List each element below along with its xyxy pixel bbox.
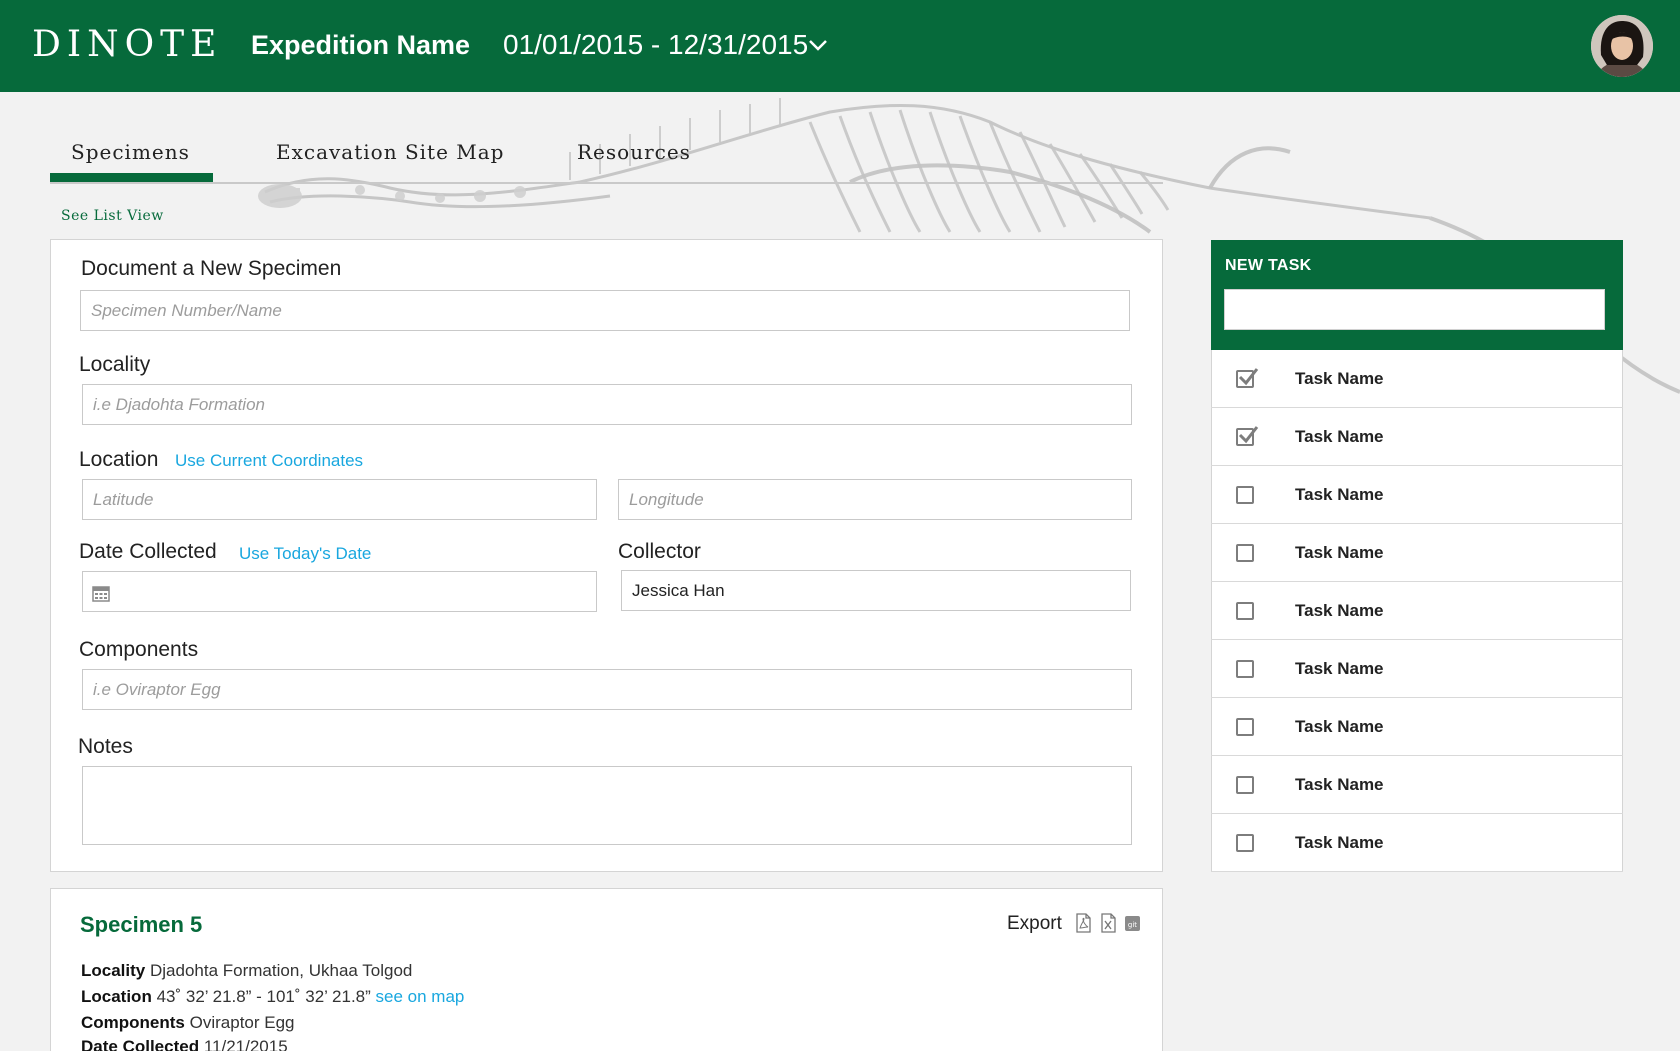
task-name: Task Name	[1295, 659, 1384, 678]
excel-icon[interactable]	[1100, 913, 1117, 933]
task-row[interactable]: Task Name	[1211, 466, 1623, 524]
collector-label: Collector	[618, 540, 701, 563]
specimen-location: Location 43˚ 32’ 21.8” - 101˚ 32’ 21.8” …	[81, 987, 465, 1006]
active-tab-indicator	[50, 173, 213, 182]
git-icon[interactable]: git	[1124, 913, 1141, 933]
date-collected-input[interactable]	[82, 571, 597, 612]
expedition-name: Expedition Name	[251, 30, 471, 60]
calendar-icon[interactable]	[92, 585, 110, 602]
task-checkbox-checked[interactable]	[1236, 368, 1259, 388]
expedition-date-range[interactable]: 01/01/2015 - 12/31/2015	[503, 29, 808, 61]
form-title: Document a New Specimen	[81, 257, 342, 280]
task-row[interactable]: Task Name	[1211, 698, 1623, 756]
task-checkbox[interactable]	[1236, 660, 1254, 678]
task-checkbox[interactable]	[1236, 834, 1254, 852]
see-on-map-link[interactable]: see on map	[376, 987, 465, 1006]
task-row[interactable]: Task Name	[1211, 524, 1623, 582]
specimen-date-collected: Date Collected 11/21/2015	[81, 1037, 288, 1051]
components-label: Components	[79, 638, 199, 661]
notes-label: Notes	[78, 735, 133, 758]
pdf-icon[interactable]	[1075, 913, 1092, 933]
task-name: Task Name	[1295, 543, 1384, 562]
svg-text:git: git	[1128, 921, 1137, 929]
task-checkbox[interactable]	[1236, 544, 1254, 562]
tab-specimens[interactable]: Specimens	[71, 140, 190, 164]
task-row[interactable]: Task Name	[1211, 756, 1623, 814]
longitude-input[interactable]	[618, 479, 1132, 520]
new-task-input[interactable]	[1224, 289, 1605, 330]
locality-input[interactable]	[82, 384, 1132, 425]
task-name: Task Name	[1295, 833, 1384, 852]
task-checkbox[interactable]	[1236, 486, 1254, 504]
task-row[interactable]: Task Name	[1211, 408, 1623, 466]
task-row[interactable]: Task Name	[1211, 814, 1623, 872]
specimen-components: Components Oviraptor Egg	[81, 1013, 295, 1032]
task-row[interactable]: Task Name	[1211, 350, 1623, 408]
latitude-input[interactable]	[82, 479, 597, 520]
location-label: Location	[79, 448, 159, 471]
specimen-name-input[interactable]	[80, 290, 1130, 331]
specimen-locality: Locality Djadohta Formation, Ukhaa Tolgo…	[81, 961, 413, 980]
use-todays-date-link[interactable]: Use Today's Date	[239, 544, 371, 564]
task-row[interactable]: Task Name	[1211, 640, 1623, 698]
new-task-label: NEW TASK	[1225, 257, 1312, 274]
task-checkbox[interactable]	[1236, 718, 1254, 736]
export-label: Export	[1007, 913, 1062, 934]
task-name: Task Name	[1295, 717, 1384, 736]
see-list-view-link[interactable]: See List View	[61, 208, 164, 224]
components-input[interactable]	[82, 669, 1132, 710]
use-current-coordinates-link[interactable]: Use Current Coordinates	[175, 451, 363, 471]
chevron-down-icon[interactable]	[808, 38, 828, 52]
checkmark-icon	[1238, 426, 1259, 444]
app-logo[interactable]: DINOTE	[32, 24, 222, 65]
tab-excavation-site-map[interactable]: Excavation Site Map	[276, 140, 504, 164]
tab-resources[interactable]: Resources	[577, 140, 691, 164]
task-name: Task Name	[1295, 427, 1384, 446]
avatar[interactable]	[1591, 15, 1653, 77]
task-name: Task Name	[1295, 601, 1384, 620]
task-name: Task Name	[1295, 775, 1384, 794]
collector-input[interactable]	[621, 570, 1131, 611]
task-name: Task Name	[1295, 369, 1384, 388]
checkmark-icon	[1238, 368, 1259, 386]
task-checkbox[interactable]	[1236, 602, 1254, 620]
task-checkbox-checked[interactable]	[1236, 426, 1259, 446]
date-collected-label: Date Collected	[79, 540, 217, 563]
tabs-divider	[50, 182, 1163, 184]
task-name: Task Name	[1295, 485, 1384, 504]
task-checkbox[interactable]	[1236, 776, 1254, 794]
specimen-title[interactable]: Specimen 5	[80, 912, 202, 938]
task-row[interactable]: Task Name	[1211, 582, 1623, 640]
notes-textarea[interactable]	[82, 766, 1132, 845]
locality-label: Locality	[79, 353, 151, 376]
